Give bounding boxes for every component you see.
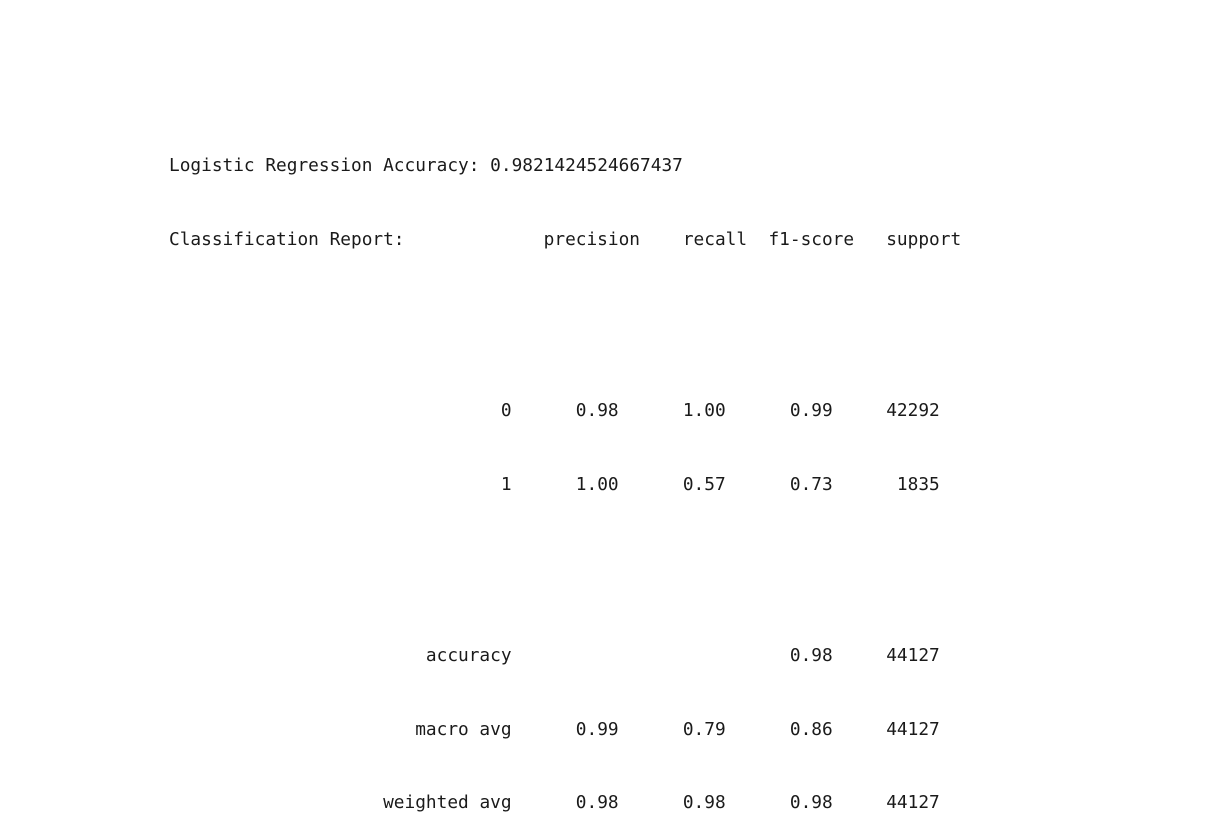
console-output: Logistic Regression Accuracy: 0.98214245… — [169, 105, 961, 840]
report-title: Classification Report: — [169, 228, 405, 250]
row-precision: 0.99 — [575, 718, 619, 740]
row-label: weighted avg — [383, 792, 512, 813]
header-recall: recall — [682, 228, 748, 250]
header-f1-score: f1-score — [768, 228, 855, 250]
row-support: 44127 — [886, 792, 940, 813]
header-precision: precision — [543, 228, 641, 250]
accuracy-label: Logistic Regression Accuracy: — [169, 155, 480, 176]
report-header-line: Classification Report: precision recall f1-… — [169, 228, 961, 253]
row-f1-score: 0.99 — [789, 400, 833, 421]
row-label: 0 — [500, 400, 512, 421]
row-f1-score: 0.98 — [789, 645, 833, 666]
accuracy-line: Logistic Regression Accuracy: 0.98214245… — [169, 154, 961, 179]
row-f1-score: 0.86 — [789, 718, 833, 740]
summary-row: macro avg 0.99 0.79 0.86 44127 — [169, 718, 961, 743]
row-f1-score: 0.98 — [789, 792, 833, 813]
row-recall: 0.98 — [682, 792, 726, 813]
summary-row: weighted avg 0.98 0.98 0.98 44127 — [169, 791, 961, 816]
row-label: 1 — [500, 473, 512, 495]
row-support: 1835 — [896, 473, 940, 495]
row-f1-score: 0.73 — [789, 473, 833, 495]
row-recall: 0.57 — [682, 473, 726, 495]
row-support: 44127 — [886, 645, 940, 666]
row-precision: 1.00 — [575, 473, 619, 495]
row-label: macro avg — [415, 718, 512, 740]
table-row: 1 1.00 0.57 0.73 1835 — [169, 473, 961, 498]
row-recall: 1.00 — [682, 400, 726, 421]
row-label: accuracy — [425, 645, 512, 666]
table-row: 0 0.98 1.00 0.99 42292 — [169, 399, 961, 424]
row-precision: 0.98 — [575, 400, 619, 421]
accuracy-value: 0.9821424524667437 — [490, 155, 683, 176]
row-precision: 0.98 — [575, 792, 619, 813]
row-support: 44127 — [886, 718, 940, 740]
row-recall: 0.79 — [682, 718, 726, 740]
row-support: 42292 — [886, 400, 940, 421]
header-support: support — [886, 228, 962, 250]
summary-row: accuracy 0.98 44127 — [169, 644, 961, 669]
